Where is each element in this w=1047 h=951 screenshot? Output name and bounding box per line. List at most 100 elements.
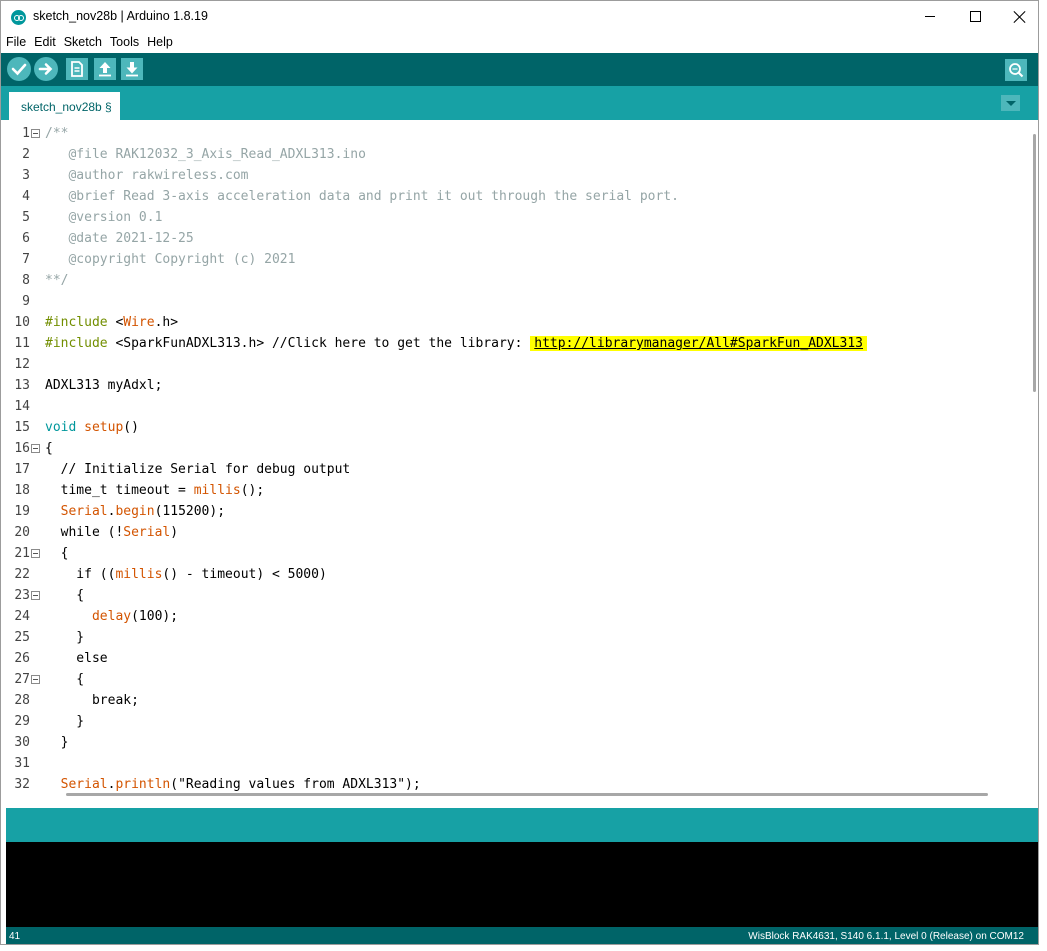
code-token: { xyxy=(45,588,85,603)
line-number: 18 xyxy=(14,483,30,498)
code-token: break; xyxy=(45,693,139,708)
code-line: 4 @brief Read 3-axis acceleration data a… xyxy=(6,186,1026,207)
verify-icon xyxy=(11,63,27,76)
horizontal-scrollbar[interactable] xyxy=(66,793,988,796)
menu-tools[interactable]: Tools xyxy=(105,32,142,52)
code-text: while (!Serial) xyxy=(45,522,178,543)
line-number: 11 xyxy=(14,336,30,351)
vertical-scrollbar[interactable] xyxy=(1033,134,1036,392)
line-number: 20 xyxy=(14,525,30,540)
minimize-button[interactable] xyxy=(907,1,953,32)
code-editor[interactable]: 1 /** 2 @file RAK12032_3_Axis_Read_ADXL313… xyxy=(6,120,1036,802)
code-text: ADXL313 myAdxl; xyxy=(45,375,162,396)
close-button[interactable] xyxy=(997,1,1038,32)
code-text: @file RAK12032_3_Axis_Read_ADXL313.ino xyxy=(45,144,365,165)
code-line: 25 } xyxy=(6,627,1026,648)
code-line: 7 @copyright Copyright (c) 2021 xyxy=(6,249,1026,270)
menu-file[interactable]: File xyxy=(1,32,29,52)
line-number: 17 xyxy=(14,462,30,477)
code-text: @version 0.1 xyxy=(45,207,162,228)
code-text: break; xyxy=(45,690,139,711)
code-line: 1 /** xyxy=(6,123,1026,144)
console-output xyxy=(6,842,1038,927)
status-bar: 41 WisBlock RAK4631, S140 6.1.1, Level 0… xyxy=(6,927,1038,944)
open-icon xyxy=(99,62,111,77)
fold-toggle-icon[interactable] xyxy=(31,129,40,138)
code-text: } xyxy=(45,711,84,732)
upload-button[interactable] xyxy=(34,57,58,81)
verify-button[interactable] xyxy=(7,57,31,81)
code-line: 12 xyxy=(6,354,1026,375)
line-number: 3 xyxy=(22,168,30,183)
code-token: time_t timeout = xyxy=(45,483,194,498)
code-line: 2 @file RAK12032_3_Axis_Read_ADXL313.ino xyxy=(6,144,1026,165)
line-number: 22 xyxy=(14,567,30,582)
code-token: { xyxy=(45,672,85,687)
code-token: } xyxy=(45,714,85,729)
code-line: 14 xyxy=(6,396,1026,417)
fold-toggle-icon[interactable] xyxy=(31,675,40,684)
save-sketch-button[interactable] xyxy=(121,58,143,80)
code-line: 18 time_t timeout = millis(); xyxy=(6,480,1026,501)
menu-sketch[interactable]: Sketch xyxy=(59,32,105,52)
code-line: 13 ADXL313 myAdxl; xyxy=(6,375,1026,396)
save-icon xyxy=(126,62,138,77)
new-icon xyxy=(71,61,83,77)
code-text: if ((millis() - timeout) < 5000) xyxy=(45,564,327,585)
fold-toggle-icon[interactable] xyxy=(31,444,40,453)
code-text: { xyxy=(45,543,69,564)
new-sketch-button[interactable] xyxy=(66,58,88,80)
open-sketch-button[interactable] xyxy=(94,58,116,80)
tab-bar: sketch_nov28b § xyxy=(1,86,1038,120)
code-token: } xyxy=(45,735,69,750)
code-token: .h> xyxy=(154,315,179,330)
line-number: 30 xyxy=(14,735,30,750)
title-bar: sketch_nov28b | Arduino 1.8.19 xyxy=(1,1,1038,32)
line-number: 14 xyxy=(14,399,30,414)
code-token: // Initialize Serial for debug output xyxy=(45,462,351,477)
menu-bar: File Edit Sketch Tools Help xyxy=(1,32,1038,52)
line-number: 32 xyxy=(14,777,30,792)
line-number: 31 xyxy=(14,756,30,771)
fold-toggle-icon[interactable] xyxy=(31,549,40,558)
code-token: { xyxy=(45,546,69,561)
code-line: 20 while (!Serial) xyxy=(6,522,1026,543)
code-line: 9 xyxy=(6,291,1026,312)
arduino-app-icon xyxy=(11,10,26,25)
code-line: 10 #include <Wire.h> xyxy=(6,312,1026,333)
code-line: 29 } xyxy=(6,711,1026,732)
tab-menu-dropdown[interactable] xyxy=(1001,95,1020,111)
code-text: @author rakwireless.com xyxy=(45,165,248,186)
line-number: 1 xyxy=(22,126,30,141)
cursor-line-number: 41 xyxy=(9,931,21,942)
line-number: 26 xyxy=(14,651,30,666)
code-text: @brief Read 3-axis acceleration data and… xyxy=(45,186,679,207)
menu-edit[interactable]: Edit xyxy=(29,32,59,52)
code-token: setup xyxy=(84,420,124,435)
line-number: 7 xyxy=(22,252,30,267)
maximize-button[interactable] xyxy=(952,1,998,32)
code-line: 22 if ((millis() - timeout) < 5000) xyxy=(6,564,1026,585)
code-token: < xyxy=(107,315,124,330)
code-token: **/ xyxy=(45,273,69,288)
fold-toggle-icon[interactable] xyxy=(31,591,40,600)
code-text: } xyxy=(45,732,69,753)
code-token: () xyxy=(123,420,139,435)
code-line: 8 **/ xyxy=(6,270,1026,291)
line-number: 15 xyxy=(14,420,30,435)
menu-help[interactable]: Help xyxy=(142,32,176,52)
library-link[interactable]: http://librarymanager/All#SparkFun_ADXL3… xyxy=(530,336,867,351)
line-number: 9 xyxy=(22,294,30,309)
code-text: void setup() xyxy=(45,417,139,438)
code-token: #include xyxy=(45,336,108,351)
code-text: Serial.println("Reading values from ADXL… xyxy=(45,774,421,795)
board-info: WisBlock RAK4631, S140 6.1.1, Level 0 (R… xyxy=(748,931,1024,942)
line-number: 19 xyxy=(14,504,30,519)
code-text: else xyxy=(45,648,107,669)
code-line: 3 @author rakwireless.com xyxy=(6,165,1026,186)
tab-sketch[interactable]: sketch_nov28b § xyxy=(9,92,120,120)
code-token: <SparkFunADXL313.h> //Click here to get … xyxy=(107,336,531,351)
code-line: 28 break; xyxy=(6,690,1026,711)
serial-monitor-button[interactable] xyxy=(1005,59,1027,81)
